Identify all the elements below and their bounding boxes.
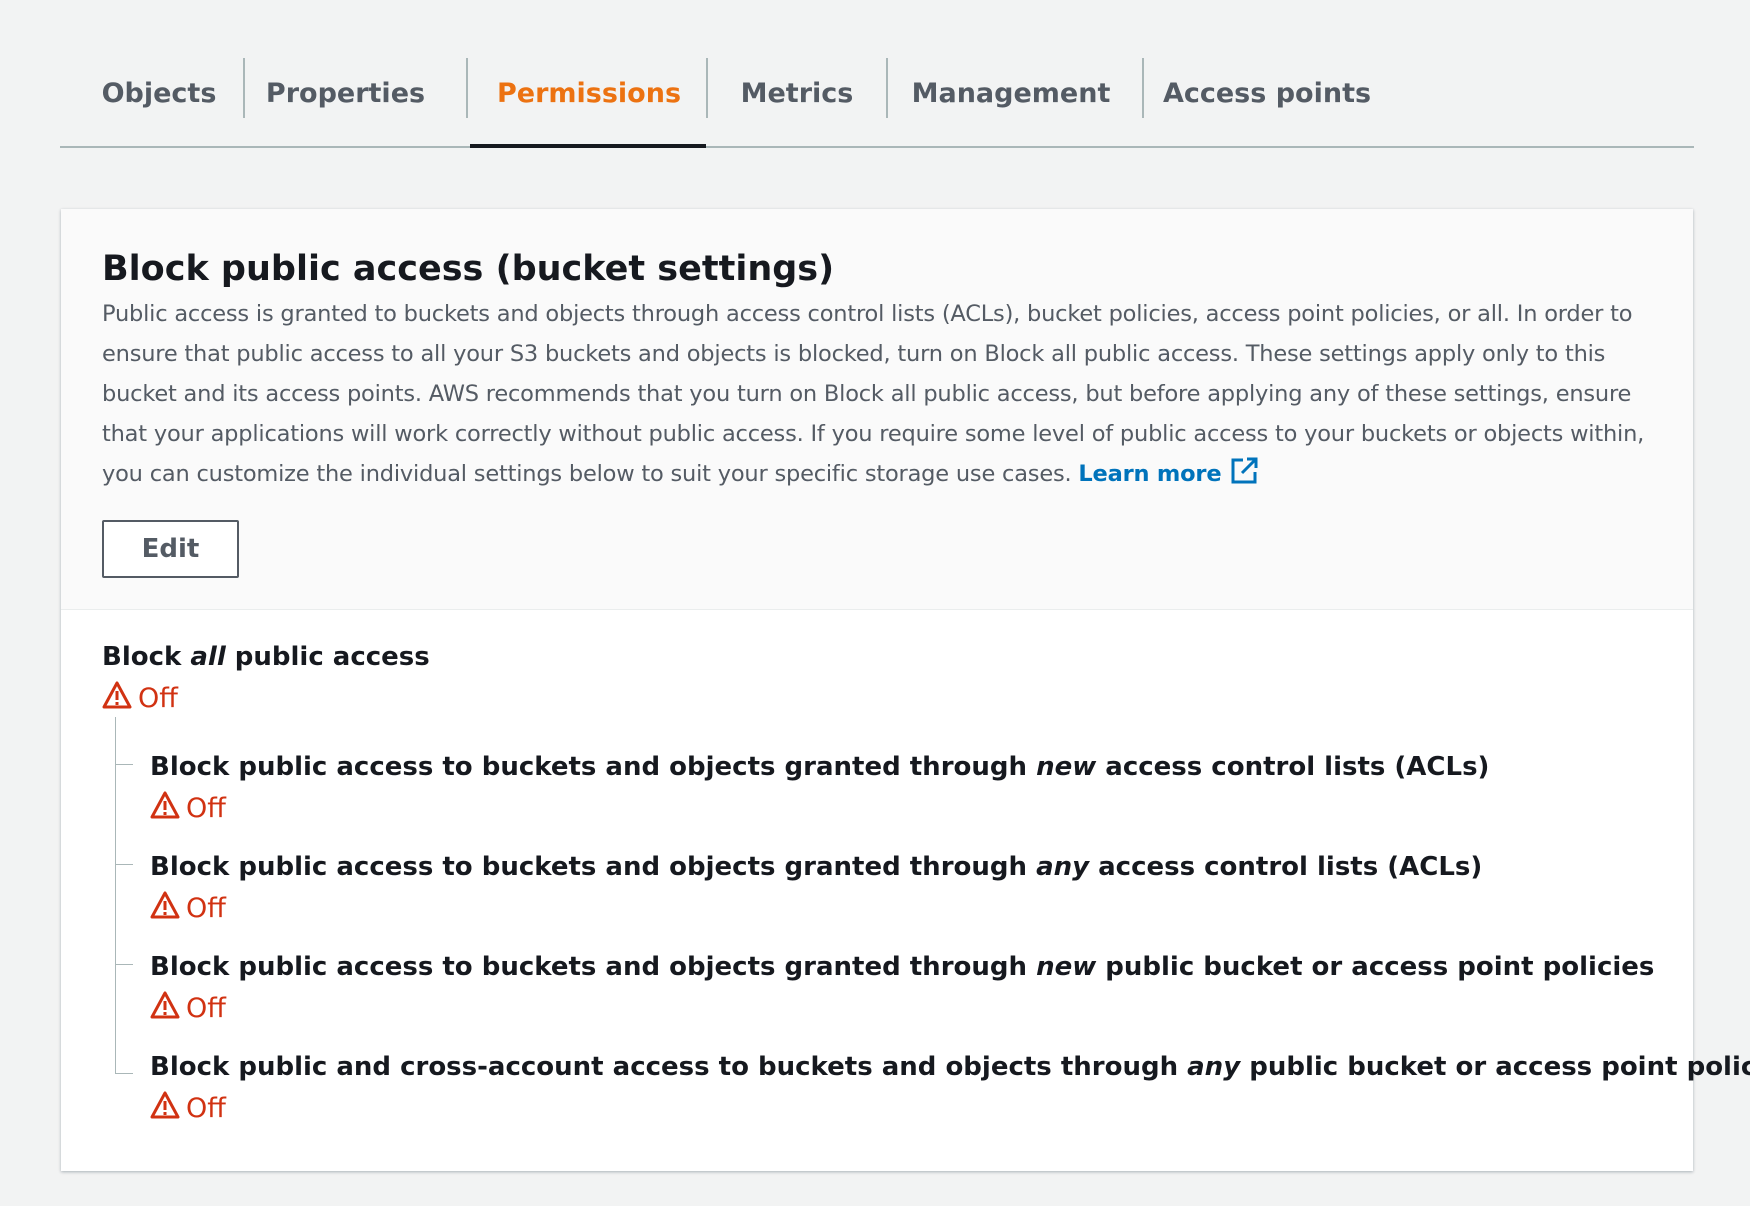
panel-description: Public access is granted to buckets and … [102,294,1672,499]
sub-setting-label: Block public access to buckets and objec… [150,752,1489,782]
sub-setting-label: Block public access to buckets and objec… [150,952,1654,982]
tab-objects[interactable]: Objects [90,56,228,130]
tree-branch [115,964,133,965]
active-tab-indicator [470,144,706,148]
label-part: Block public and cross-account access to… [150,1052,1188,1082]
label-part: Block public access to buckets and objec… [150,952,1037,982]
status-off: Off [150,990,1654,1027]
tab-permissions[interactable]: Permissions [471,56,707,130]
label-emphasis: any [1036,852,1090,882]
status-text: Off [186,1093,226,1124]
label-part: Block public access to buckets and objec… [150,852,1037,882]
tab-properties[interactable]: Properties [258,56,433,130]
tree-branch [115,764,133,765]
panel-title: Block public access (bucket settings) [102,249,835,289]
status-off: Off [150,890,1482,927]
status-text: Off [138,683,178,714]
label-part: access control lists (ACLs) [1089,852,1483,882]
sub-setting-new-policies: Block public access to buckets and objec… [150,952,1654,1027]
sub-setting-any-acls: Block public access to buckets and objec… [150,852,1482,927]
label-emphasis: new [1036,952,1097,982]
label-part: public bucket or access point policies [1240,1052,1750,1082]
tab-separator [886,58,888,118]
tab-separator [1142,58,1144,118]
tab-management[interactable]: Management [906,56,1116,130]
tab-metrics[interactable]: Metrics [726,56,868,130]
label-part: public access [225,642,430,672]
warning-icon [150,890,186,927]
tab-bar: Objects Properties Permissions Metrics M… [60,48,1694,148]
status-off: Off [150,790,1489,827]
block-all-label: Block all public access [102,642,430,672]
tree-branch [115,1073,133,1074]
warning-icon [150,1090,186,1127]
label-emphasis: new [1036,752,1097,782]
external-link-icon [1229,456,1259,499]
description-text: Public access is granted to buckets and … [102,301,1645,487]
tab-separator [706,58,708,118]
sub-setting-new-acls: Block public access to buckets and objec… [150,752,1489,827]
tab-separator [466,58,468,118]
status-off: Off [102,680,430,717]
label-part: access control lists (ACLs) [1096,752,1490,782]
label-emphasis: any [1187,1052,1241,1082]
tab-access-points[interactable]: Access points [1162,56,1372,130]
panel-header: Block public access (bucket settings) Pu… [61,209,1693,610]
warning-icon [150,990,186,1027]
learn-more-link[interactable]: Learn more [1078,457,1259,487]
sub-setting-label: Block public and cross-account access to… [150,1052,1750,1082]
label-emphasis: all [190,642,226,672]
tree-branch [115,864,133,865]
warning-icon [150,790,186,827]
label-part: public bucket or access point policies [1096,952,1655,982]
block-public-access-panel: Block public access (bucket settings) Pu… [61,209,1750,1171]
status-off: Off [150,1090,1750,1127]
warning-icon [102,680,138,717]
edit-button[interactable]: Edit [102,520,239,578]
learn-more-label: Learn more [1078,461,1222,487]
status-text: Off [186,993,226,1024]
block-all-setting: Block all public access Off [102,642,430,717]
tab-separator [243,58,245,118]
sub-setting-any-policies: Block public and cross-account access to… [150,1052,1750,1127]
status-text: Off [186,793,226,824]
status-text: Off [186,893,226,924]
sub-setting-label: Block public access to buckets and objec… [150,852,1482,882]
tree-line [115,717,116,1074]
label-part: Block public access to buckets and objec… [150,752,1037,782]
label-part: Block [102,642,191,672]
